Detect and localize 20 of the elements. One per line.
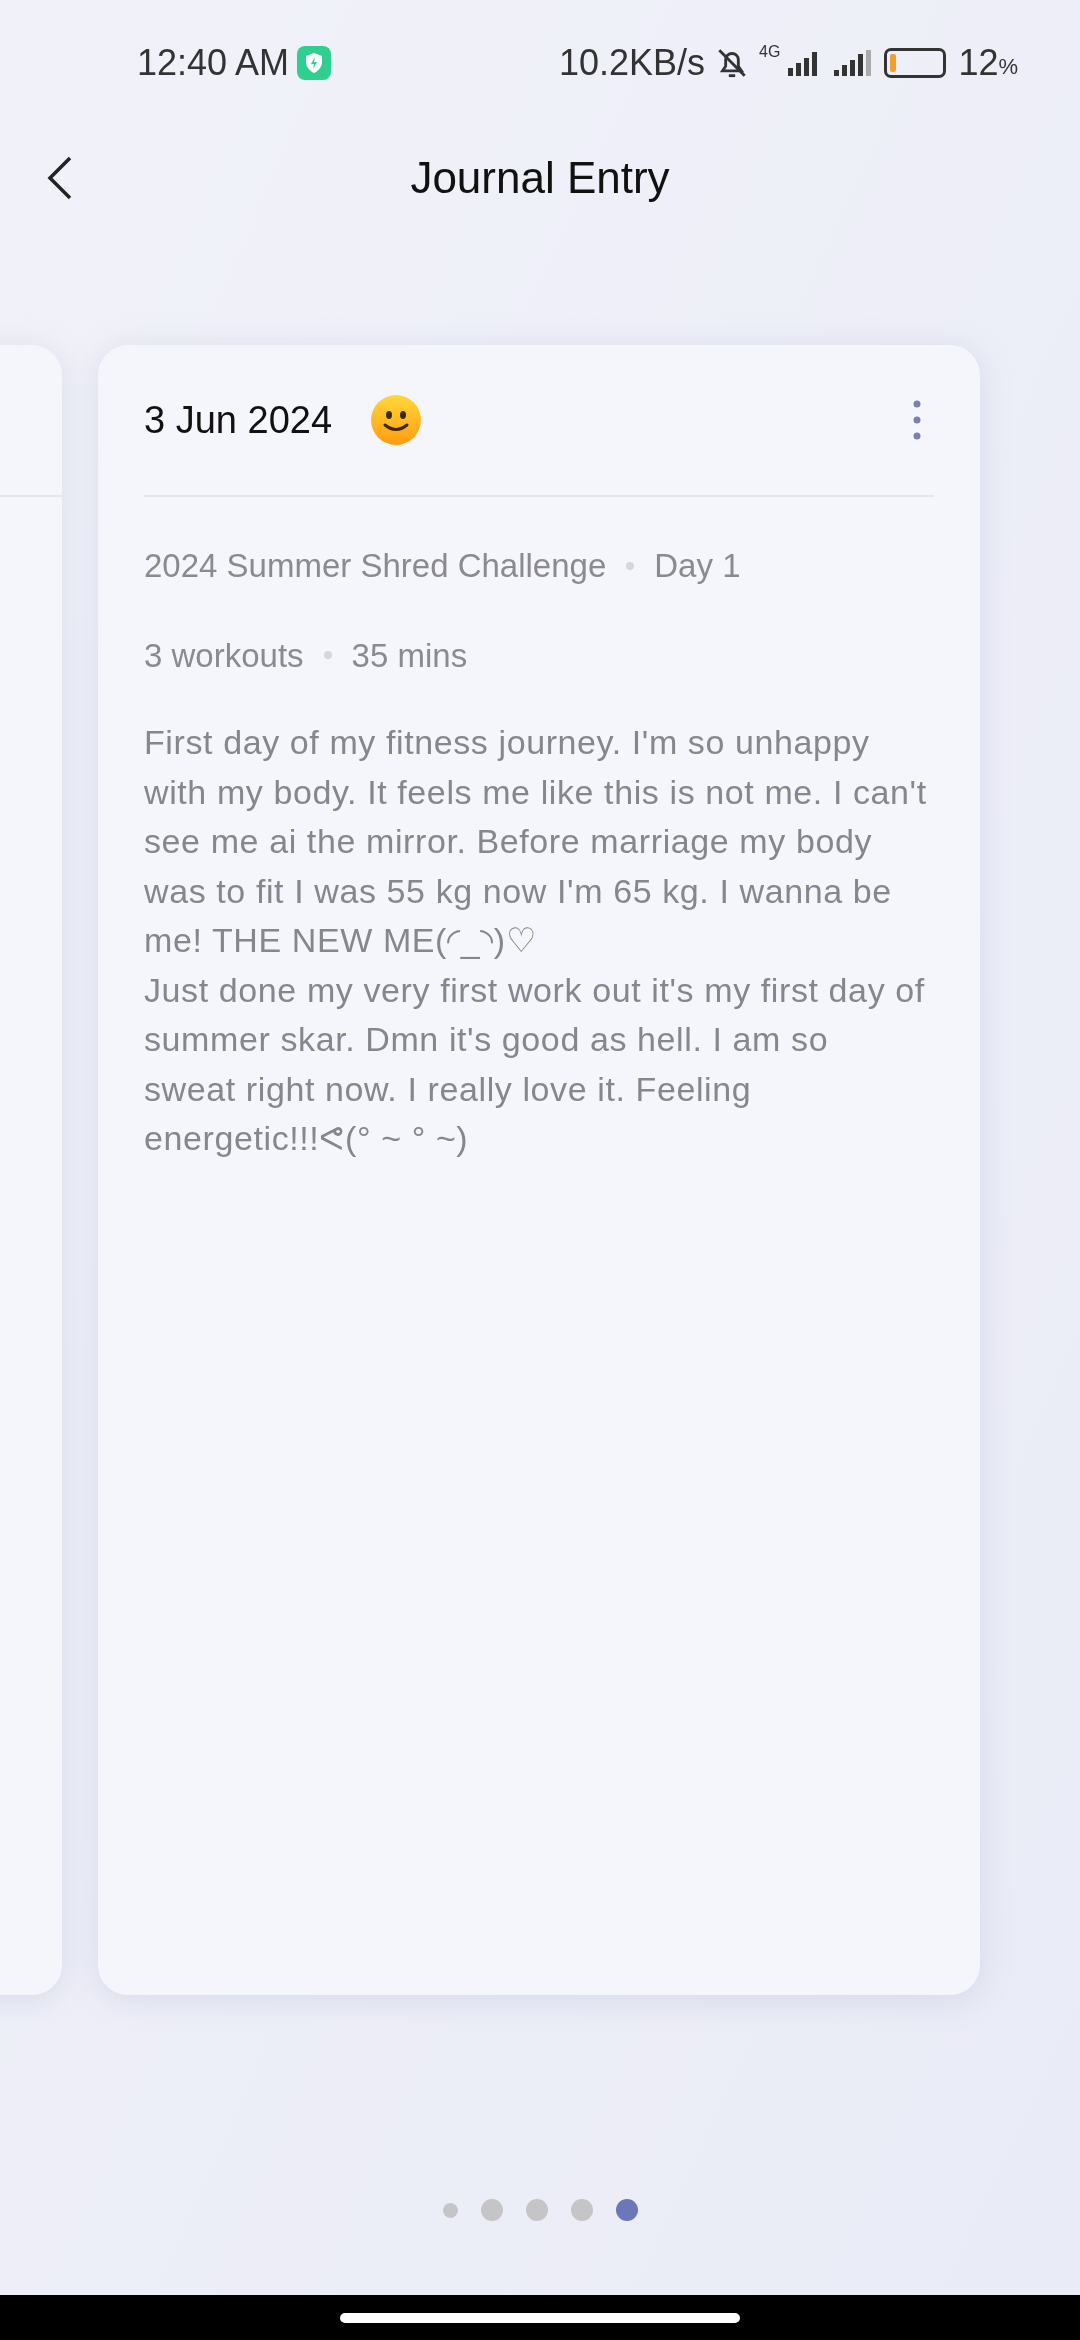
network-speed: 10.2KB/s bbox=[558, 40, 706, 85]
battery-percent: 12 bbox=[958, 40, 999, 85]
smiley-icon bbox=[370, 394, 423, 446]
page-title: Journal Entry bbox=[410, 151, 670, 204]
back-icon bbox=[47, 154, 73, 201]
status-time: 12:40 AM bbox=[137, 40, 290, 85]
home-indicator[interactable] bbox=[340, 2312, 740, 2323]
percent-sign: % bbox=[998, 53, 1018, 81]
entry-text: Just done my very first work out it's my first day of summer skar. Dmn it's good as hell. I am so sweat right now. I really love it. Feeling energetic!!!ᕙ(° ~ ° ~) bbox=[144, 969, 926, 1159]
entry-text: First day of my fitness journey. I'm so unhappy with my body. It feels me like this is not me. I can't see me ai the mirror. Before marriage my body was to fit I was 55 kg now I'm 65 kg. I wanna be me! THE NEW ME(◜_◝)♡ bbox=[144, 722, 928, 961]
more-icon bbox=[913, 400, 921, 440]
network-type: 4G bbox=[759, 42, 781, 62]
entry-date: 3 Jun 2024 bbox=[144, 397, 333, 443]
workout-duration: 35 mins bbox=[351, 635, 468, 676]
challenge-name: 2024 Summer Shred Challenge bbox=[144, 546, 607, 586]
shield-icon bbox=[297, 45, 332, 80]
battery-icon bbox=[884, 47, 947, 78]
challenge-day: Day 1 bbox=[654, 541, 741, 591]
workout-count: 3 workouts bbox=[144, 635, 304, 676]
signal-icon bbox=[832, 47, 873, 78]
